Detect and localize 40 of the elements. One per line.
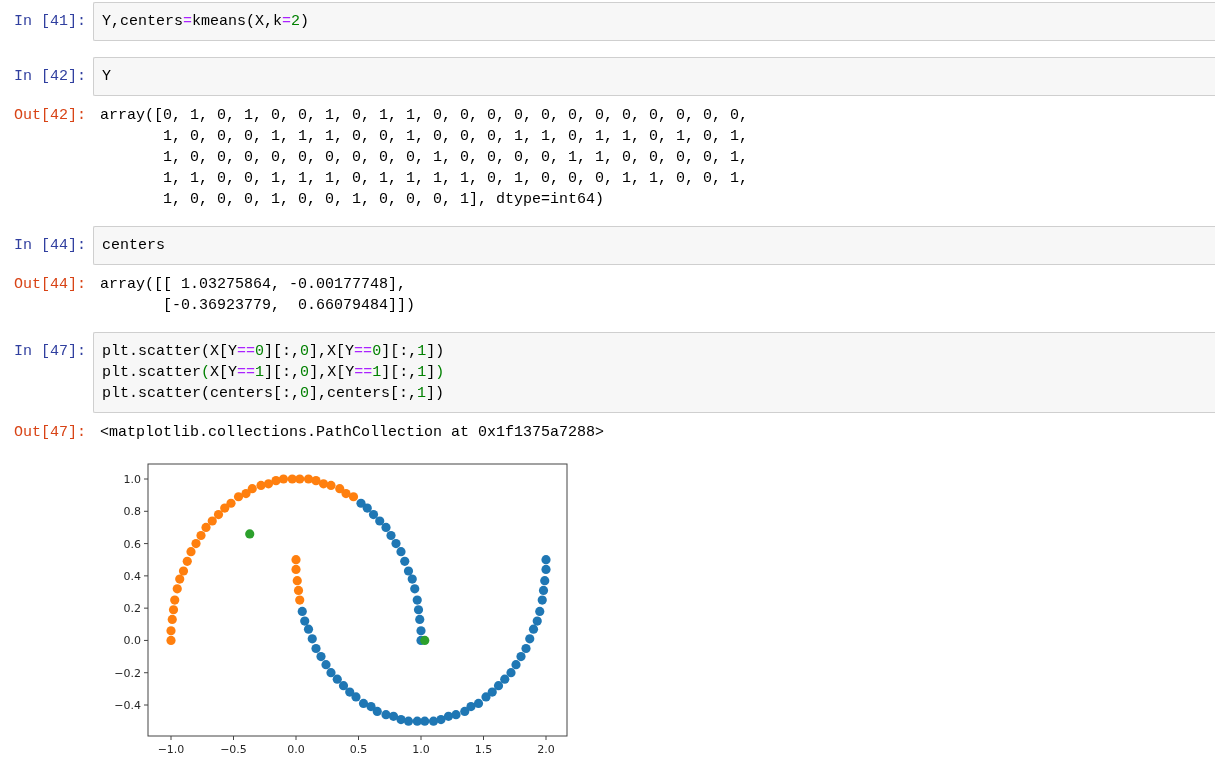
output-line: <matplotlib.collections.PathCollection at 0x1f1375a7288>: [100, 423, 606, 443]
code-line: Y: [102, 67, 112, 87]
output-prompt: Out[47]:: [13, 423, 87, 443]
input-prompt: In [47]:: [13, 342, 87, 362]
input-prompt: In [44]:: [13, 236, 87, 256]
tick-label: −0.4: [114, 699, 141, 712]
tick-label: 0.6: [123, 537, 141, 551]
tick-label: 0.5: [349, 743, 368, 756]
output-line: 1, 0, 0, 0, 1, 1, 1, 0, 0, 1, 0, 0, 0, 1, 1, 0, 1, 1, 0, 1, 0, 1,: [162, 127, 750, 147]
output-line: array([[ 1.03275864, -0.00177748],: [100, 275, 408, 295]
code-cell[interactable]: centers: [93, 226, 1215, 265]
output-line: [-0.36923779, 0.66079484]]): [162, 296, 417, 316]
tick-label: 0.8: [123, 505, 141, 519]
output-line: 1, 0, 0, 0, 1, 0, 0, 1, 0, 0, 0, 1], dtype=int64): [162, 190, 606, 210]
code-line: plt.scatter(centers[:,0],centers[:,1]): [102, 384, 446, 404]
code-line: plt.scatter(X[Y==0][:,0],X[Y==0][:,1]): [102, 342, 446, 362]
tick-label: 0.2: [123, 602, 141, 616]
tick-label: 0.0: [123, 634, 141, 648]
code-line: Y,centers=kmeans(X,k=2): [102, 12, 311, 32]
tick-label: 1.0: [412, 743, 430, 756]
tick-label: 0.0: [287, 743, 305, 756]
code-cell[interactable]: plt.scatter(X[Y==0][:,0],X[Y==0][:,1]) plt.scatter(X[Y==1][:,0],X[Y==1][:,1]) plt.scatter(centers[:,0],centers[:,1]): [93, 332, 1215, 413]
code-line: plt.scatter(X[Y==1][:,0],X[Y==1][:,1]): [102, 363, 446, 383]
output-line: array([0, 1, 0, 1, 0, 0, 1, 0, 1, 1, 0, 0, 0, 0, 0, 0, 0, 0, 0, 0, 0, 0,: [100, 106, 750, 126]
code-cell[interactable]: Y,centers=kmeans(X,k=2): [93, 2, 1215, 41]
tick-label: −1.0: [157, 743, 185, 756]
output-prompt: Out[42]:: [13, 106, 87, 126]
tick-label: 1.5: [474, 743, 493, 756]
tick-label: 0.4: [123, 569, 141, 583]
tick-label: 1.0: [123, 473, 141, 486]
input-prompt: In [42]:: [13, 67, 87, 87]
tick-label: −0.5: [220, 743, 247, 756]
output-line: 1, 1, 0, 0, 1, 1, 1, 0, 1, 1, 1, 1, 0, 1, 0, 0, 0, 1, 1, 0, 0, 1,: [162, 169, 750, 189]
output-prompt: Out[44]:: [13, 275, 87, 295]
tick-label: −0.2: [114, 666, 141, 680]
code-line: centers: [102, 236, 166, 256]
input-prompt: In [41]:: [13, 12, 87, 32]
tick-label: 2.0: [537, 743, 555, 756]
code-cell[interactable]: Y: [93, 57, 1215, 96]
output-line: 1, 0, 0, 0, 0, 0, 0, 0, 0, 0, 1, 0, 0, 0, 0, 1, 1, 0, 0, 0, 0, 1,: [162, 148, 750, 168]
